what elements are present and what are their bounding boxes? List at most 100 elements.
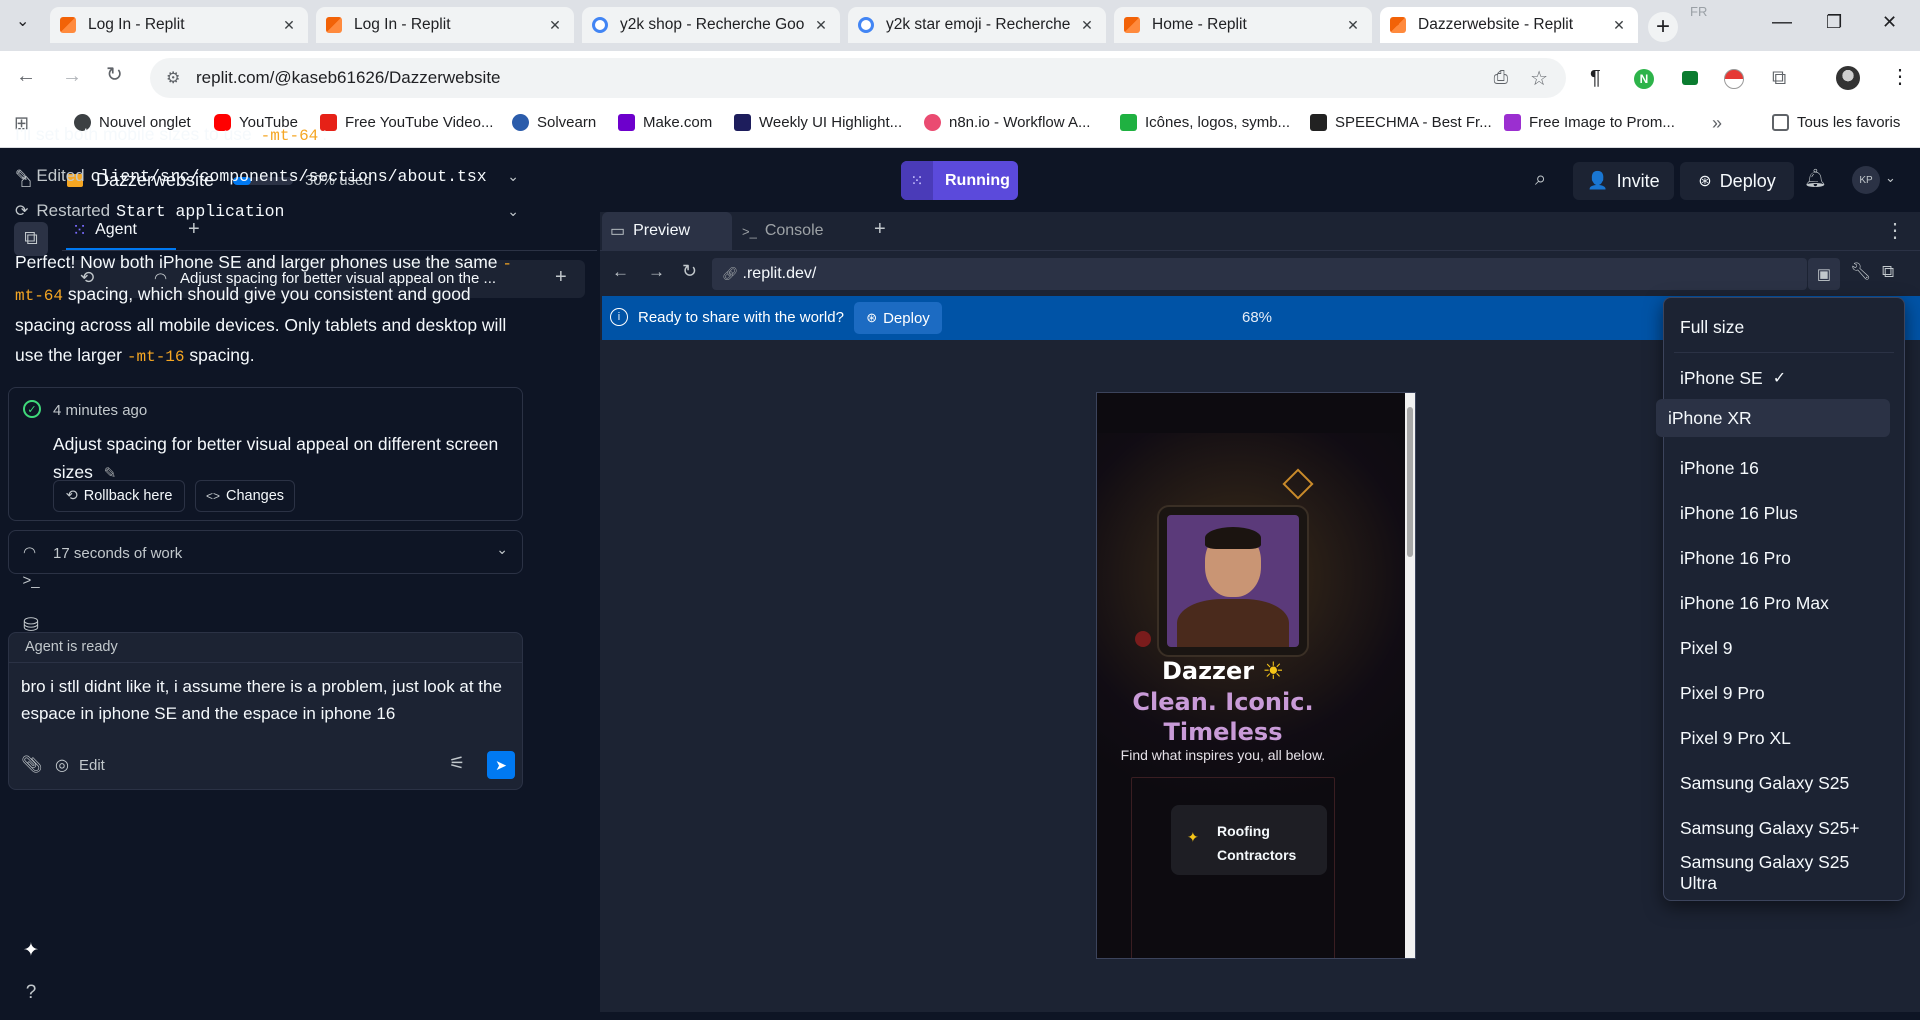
action-label: Restarted xyxy=(36,201,111,220)
send-button[interactable]: ➤ xyxy=(487,751,515,779)
bookmark-item[interactable]: Free YouTube Video... xyxy=(320,114,493,131)
browser-tab[interactable]: Log In - Replit ✕ xyxy=(316,7,574,43)
browser-tab[interactable]: Log In - Replit ✕ xyxy=(50,7,308,43)
bookmark-item[interactable]: Free Image to Prom... xyxy=(1504,114,1675,131)
back-icon[interactable]: ← xyxy=(16,66,36,86)
chevron-down-icon[interactable]: ⌄ xyxy=(507,203,519,220)
menu-item-iphone-se[interactable]: iPhone SE ✓ xyxy=(1664,359,1874,397)
bookmark-item[interactable]: Weekly UI Highlight... xyxy=(734,114,902,131)
run-status-label: Running xyxy=(945,171,1010,189)
close-icon[interactable]: ✕ xyxy=(546,17,564,34)
chevron-down-icon[interactable]: ⌄ xyxy=(496,541,508,558)
notifications-bell-icon[interactable]: 🔔︎ xyxy=(1804,168,1827,189)
run-status-button[interactable]: ⁙ Running xyxy=(901,161,1018,200)
changes-button[interactable]: <> Changes xyxy=(195,480,295,512)
site-settings-icon[interactable]: ⚙ xyxy=(166,68,180,88)
reading-mode-icon[interactable]: ¶ xyxy=(1590,68,1601,88)
browser-tab-active[interactable]: Dazzerwebsite - Replit ✕ xyxy=(1380,7,1638,43)
menu-item-iphone-16[interactable]: iPhone 16 xyxy=(1664,449,1874,487)
action-edited-row[interactable]: ✎ Edited client/src/components/sections/… xyxy=(15,166,525,186)
rollback-button[interactable]: ⟲ Rollback here xyxy=(53,480,185,512)
menu-item-galaxy-s25-plus[interactable]: Samsung Galaxy S25+ xyxy=(1664,809,1874,847)
close-icon[interactable]: ✕ xyxy=(1610,17,1628,34)
bookmark-item[interactable]: n8n.io - Workflow A... xyxy=(924,114,1090,131)
preview-url-input[interactable]: 🔗︎ .replit.dev/ xyxy=(712,258,1807,290)
device-preview-frame[interactable]: Dazzer ☀ Clean. Iconic. Timeless Find wh… xyxy=(1096,392,1416,959)
bookmark-label: n8n.io - Workflow A... xyxy=(949,114,1091,131)
browser-tab[interactable]: Home - Replit ✕ xyxy=(1114,7,1372,43)
new-tab-icon[interactable]: + xyxy=(874,218,886,241)
avatar[interactable]: KP xyxy=(1852,166,1880,194)
attach-paperclip-icon[interactable]: 📎︎ xyxy=(21,755,43,775)
bookmark-item[interactable]: Solvearn xyxy=(512,114,596,131)
bookmark-item[interactable]: SPEECHMA - Best Fr... xyxy=(1310,114,1492,131)
address-bar[interactable]: ⚙ replit.com/@kaseb61626/Dazzerwebsite ⎙… xyxy=(150,58,1566,98)
help-icon[interactable]: ? xyxy=(18,980,44,1006)
preview-reload-icon[interactable]: ↻ xyxy=(682,261,697,282)
install-icon[interactable]: ⎙ xyxy=(1494,67,1508,88)
extensions-icon[interactable]: ⧉ xyxy=(1772,68,1786,88)
new-tab-icon[interactable]: + xyxy=(188,218,200,241)
menu-item-pixel-9-pro[interactable]: Pixel 9 Pro xyxy=(1664,674,1874,712)
bookmark-item[interactable]: Icônes, logos, symb... xyxy=(1120,114,1290,131)
chevron-down-icon[interactable]: ⌄ xyxy=(507,168,519,185)
devtools-wrench-icon[interactable]: 🔧︎ xyxy=(1850,262,1872,282)
menu-item-pixel-9[interactable]: Pixel 9 xyxy=(1664,629,1874,667)
sparkle-icon[interactable]: ✦ xyxy=(18,937,44,963)
work-duration-row[interactable]: ◠ 17 seconds of work ⌄ xyxy=(8,530,523,574)
edit-target-icon[interactable]: ◎ xyxy=(55,755,69,775)
menu-item-galaxy-s25[interactable]: Samsung Galaxy S25 xyxy=(1664,764,1874,802)
preview-back-icon[interactable]: ← xyxy=(612,262,629,282)
extension-n-icon[interactable]: N xyxy=(1634,69,1654,89)
invite-button[interactable]: 👤 Invite xyxy=(1573,162,1674,200)
reload-icon[interactable]: ↻ xyxy=(106,65,123,85)
more-options-icon[interactable]: ⋮ xyxy=(1885,218,1905,243)
profile-avatar[interactable] xyxy=(1836,66,1860,90)
settings-sliders-icon[interactable]: ⚟ xyxy=(449,753,465,774)
all-bookmarks-folder[interactable]: Tous les favoris xyxy=(1772,114,1900,131)
tab-console[interactable]: >_ Console xyxy=(732,212,862,250)
menu-item-iphone-xr[interactable]: iPhone XR xyxy=(1656,399,1890,437)
extension-chat-icon[interactable] xyxy=(1682,71,1698,85)
close-icon[interactable]: ✕ xyxy=(280,17,298,34)
bookmark-star-icon[interactable]: ☆ xyxy=(1530,66,1548,91)
edit-label[interactable]: Edit xyxy=(79,757,105,774)
menu-item-iphone-16-pro-max[interactable]: iPhone 16 Pro Max xyxy=(1664,584,1874,622)
minimize-icon[interactable]: — xyxy=(1772,12,1792,32)
banner-deploy-button[interactable]: ⊛ Deploy xyxy=(854,302,942,334)
menu-item-iphone-16-plus[interactable]: iPhone 16 Plus xyxy=(1664,494,1874,532)
new-tab-icon[interactable]: + xyxy=(1648,12,1678,42)
restore-icon[interactable]: ❐ xyxy=(1826,13,1842,31)
chat-input[interactable]: bro i stll didnt like it, i assume there… xyxy=(21,673,511,727)
chrome-menu-icon[interactable]: ⋮ xyxy=(1890,67,1910,87)
service-card[interactable]: ✦ Roofing Contractors xyxy=(1171,805,1327,875)
deploy-button[interactable]: ⊛ Deploy xyxy=(1680,162,1794,200)
scrollbar-thumb[interactable] xyxy=(1407,407,1413,557)
close-icon[interactable]: ✕ xyxy=(812,17,830,34)
avatar-chevron-icon[interactable]: ⌄ xyxy=(1885,170,1896,186)
google-icon xyxy=(858,17,874,33)
menu-item-galaxy-s25-ultra[interactable]: Samsung Galaxy S25 Ultra xyxy=(1664,852,1874,893)
new-thread-icon[interactable]: + xyxy=(555,266,567,289)
menu-item-full-size[interactable]: Full size xyxy=(1664,308,1874,346)
extension-ball-icon[interactable] xyxy=(1724,69,1744,89)
search-icon[interactable]: ⌕ xyxy=(1535,168,1546,191)
bookmark-item[interactable]: Make.com xyxy=(618,114,712,131)
more-bookmarks-icon[interactable]: » xyxy=(1712,114,1722,132)
tab-search-chevron-icon[interactable]: ⌄ xyxy=(16,14,29,30)
menu-item-pixel-9-pro-xl[interactable]: Pixel 9 Pro XL xyxy=(1664,719,1874,757)
preview-scrollbar[interactable] xyxy=(1405,393,1415,958)
close-icon[interactable]: ✕ xyxy=(1078,17,1096,34)
device-toggle-icon[interactable]: ▣ xyxy=(1808,258,1840,290)
action-restarted-row[interactable]: ⟳ Restarted Start application ⌄ xyxy=(15,201,525,221)
browser-tab[interactable]: y2k star emoji - Recherche ✕ xyxy=(848,7,1106,43)
service-label-line: Contractors xyxy=(1217,847,1297,863)
open-new-window-icon[interactable]: ⧉ xyxy=(1882,262,1894,282)
close-window-icon[interactable]: ✕ xyxy=(1882,13,1897,31)
preview-forward-icon[interactable]: → xyxy=(648,262,665,282)
tab-preview[interactable]: ▭ Preview xyxy=(602,212,732,250)
forward-icon[interactable]: → xyxy=(62,66,82,86)
close-icon[interactable]: ✕ xyxy=(1344,17,1362,34)
browser-tab[interactable]: y2k shop - Recherche Goo ✕ xyxy=(582,7,840,43)
menu-item-iphone-16-pro[interactable]: iPhone 16 Pro xyxy=(1664,539,1874,577)
